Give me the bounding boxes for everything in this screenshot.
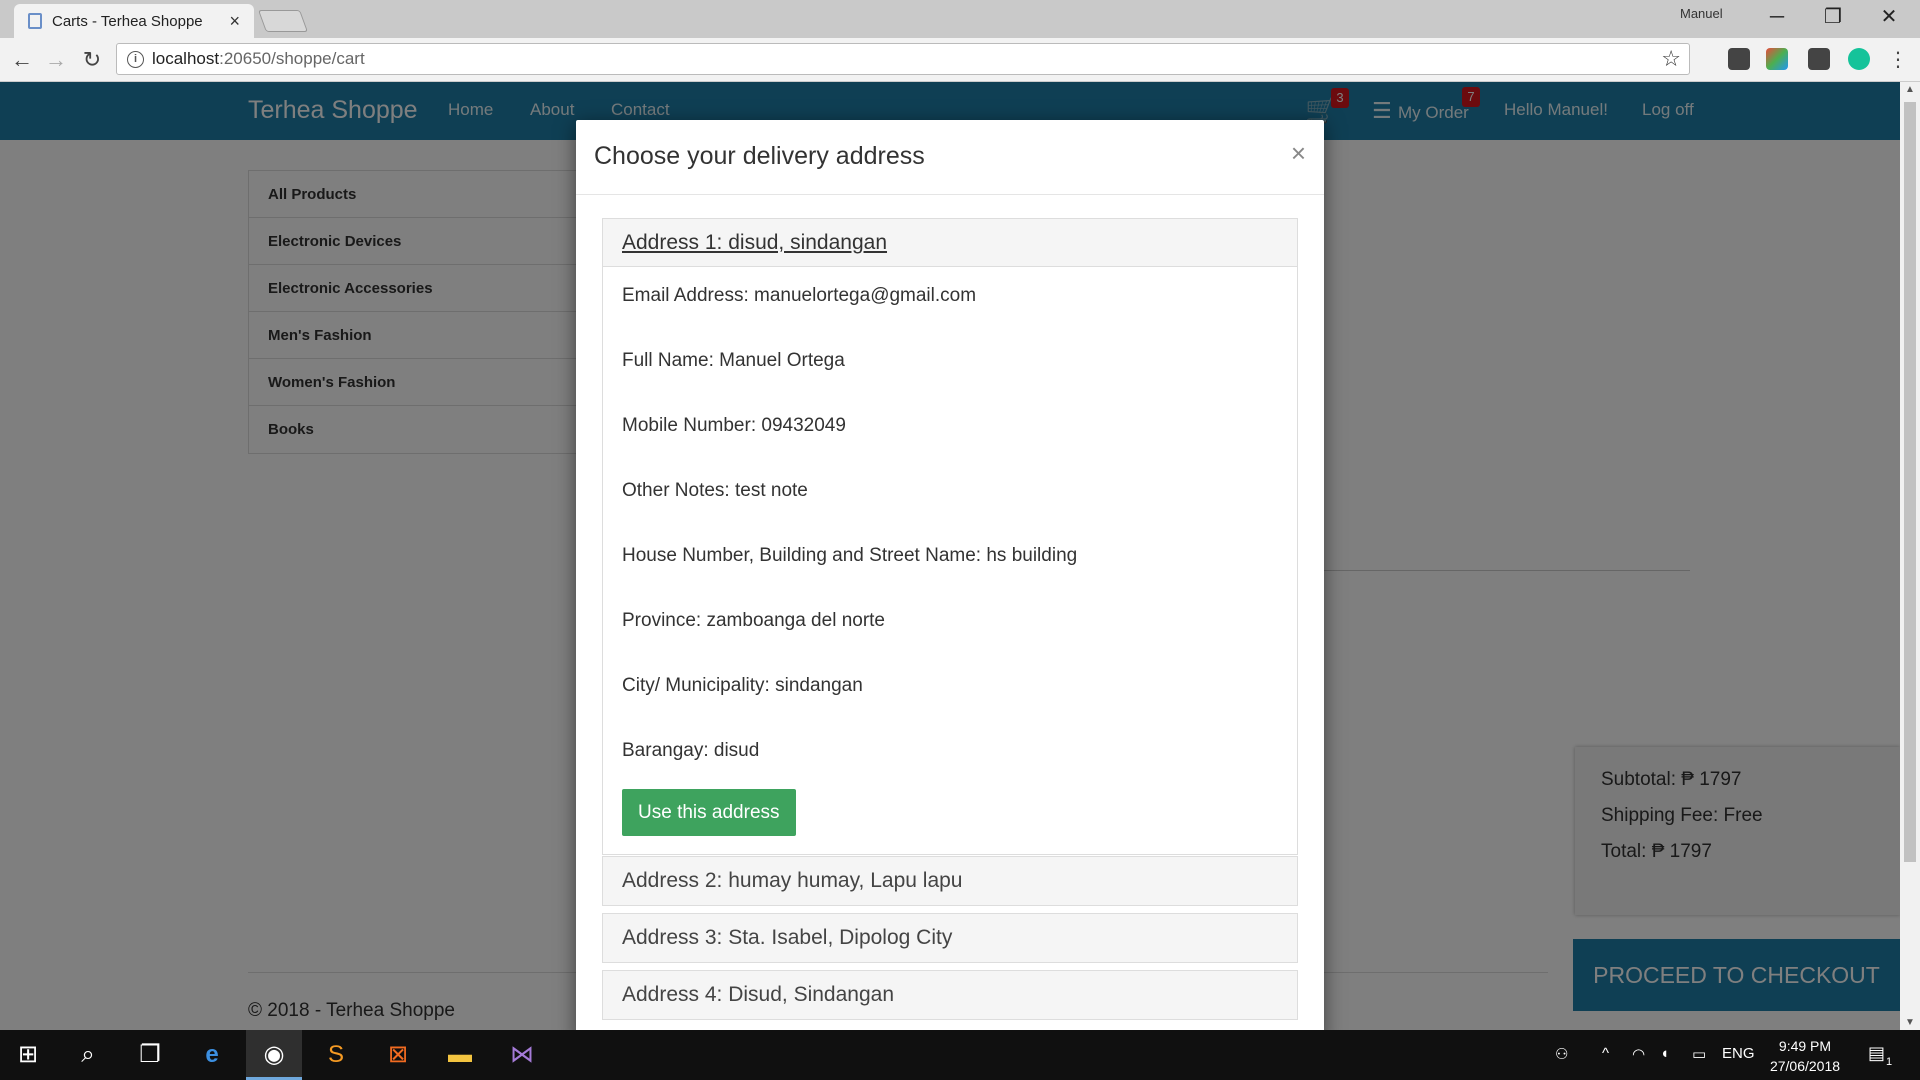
wifi-icon[interactable]: ◠ — [1632, 1045, 1645, 1063]
tab-close-icon[interactable]: × — [229, 11, 240, 32]
website: Terhea Shoppe Home About Contact 🛒 3 ☰ M… — [0, 82, 1900, 1030]
address-panel-4: Address 4: Disud, Sindangan — [602, 970, 1298, 1020]
address-panel-1: Address 1: disud, sindangan Email Addres… — [602, 218, 1298, 855]
address-panel-2: Address 2: humay humay, Lapu lapu — [602, 856, 1298, 906]
date: 27/06/2018 — [1769, 1058, 1841, 1074]
address-heading-3[interactable]: Address 3: Sta. Isabel, Dipolog City — [603, 914, 1297, 962]
browser-tab[interactable]: Carts - Terhea Shoppe × — [14, 4, 254, 38]
browser-tab-bar: Carts - Terhea Shoppe × Manuel ─ ❐ ✕ — [0, 0, 1920, 38]
mobile-number: Mobile Number: 09432049 — [622, 415, 846, 436]
page-icon — [28, 13, 42, 29]
address-heading-1[interactable]: Address 1: disud, sindangan — [603, 219, 1297, 267]
notification-count: 1 — [1886, 1056, 1893, 1068]
sublime-icon[interactable]: S — [308, 1030, 364, 1080]
menu-icon[interactable]: ⋮ — [1882, 44, 1914, 76]
reload-icon[interactable]: ↻ — [76, 44, 108, 76]
other-notes: Other Notes: test note — [622, 480, 808, 501]
url-host: localhost — [152, 49, 220, 68]
address-panel-3: Address 3: Sta. Isabel, Dipolog City — [602, 913, 1298, 963]
taskbar: ⊞ ⌕ ❐ e ◉ S ⊠ ▬ ⋈ ⚇ ^ ◠ ◖ ▭ ENG 9:49 PM … — [0, 1030, 1920, 1080]
language-indicator[interactable]: ENG — [1722, 1045, 1755, 1062]
tab-title: Carts - Terhea Shoppe — [52, 12, 203, 30]
delivery-address-modal: Choose your delivery address × Address 1… — [576, 120, 1324, 1030]
bookmark-star-icon[interactable]: ☆ — [1661, 46, 1681, 72]
minimize-icon[interactable]: ─ — [1754, 2, 1800, 32]
province: Province: zamboanga del norte — [622, 610, 885, 631]
grammarly-icon[interactable] — [1848, 48, 1870, 70]
time: 9:49 PM — [1778, 1038, 1832, 1054]
scroll-down-icon[interactable]: ▼ — [1905, 1017, 1915, 1028]
xampp-icon[interactable]: ⊠ — [370, 1030, 426, 1080]
modal-title: Choose your delivery address — [594, 142, 925, 170]
file-explorer-icon[interactable]: ▬ — [432, 1030, 488, 1080]
address-details: Email Address: manuelortega@gmail.com Fu… — [603, 267, 1297, 854]
city-municipality: City/ Municipality: sindangan — [622, 675, 863, 696]
show-hidden-icons[interactable]: ^ — [1602, 1045, 1609, 1062]
extension-icon[interactable] — [1728, 48, 1750, 70]
restore-icon[interactable]: ❐ — [1810, 2, 1856, 32]
edge-icon[interactable]: e — [184, 1030, 240, 1080]
chrome-icon[interactable]: ◉ — [246, 1030, 302, 1080]
info-icon[interactable]: i — [127, 50, 144, 68]
page-scrollbar[interactable]: ▲ ▼ — [1900, 82, 1920, 1030]
address-heading-4[interactable]: Address 4: Disud, Sindangan — [603, 971, 1297, 1019]
download-extension-icon[interactable] — [1808, 48, 1830, 70]
back-icon[interactable]: ← — [6, 44, 38, 76]
profile-name[interactable]: Manuel — [1680, 6, 1723, 21]
battery-icon[interactable]: ▭ — [1692, 1045, 1706, 1063]
full-name: Full Name: Manuel Ortega — [622, 350, 845, 371]
people-icon[interactable]: ⚇ — [1555, 1045, 1568, 1063]
scroll-up-icon[interactable]: ▲ — [1905, 84, 1915, 95]
use-this-address-button[interactable]: Use this address — [622, 789, 796, 836]
new-tab-button[interactable] — [257, 10, 309, 32]
windows-start-icon[interactable]: ⊞ — [0, 1030, 56, 1080]
action-center-icon[interactable]: ▤ — [1868, 1043, 1885, 1064]
extension-icon[interactable] — [1766, 48, 1788, 70]
close-window-icon[interactable]: ✕ — [1866, 2, 1912, 32]
volume-icon[interactable]: ◖ — [1660, 1045, 1669, 1062]
visual-studio-icon[interactable]: ⋈ — [494, 1030, 550, 1080]
email-address: Email Address: manuelortega@gmail.com — [622, 285, 977, 306]
address-bar[interactable]: i localhost:20650/shoppe/cart ☆ — [116, 43, 1690, 75]
search-icon[interactable]: ⌕ — [60, 1030, 116, 1080]
url-path: :20650/shoppe/cart — [219, 49, 365, 68]
browser-toolbar: ← → ↻ i localhost:20650/shoppe/cart ☆ ⋮ — [0, 38, 1920, 82]
close-icon[interactable]: × — [1291, 138, 1306, 169]
modal-header: Choose your delivery address × — [576, 120, 1324, 195]
address-heading-2[interactable]: Address 2: humay humay, Lapu lapu — [603, 857, 1297, 905]
house-street: House Number, Building and Street Name: … — [622, 545, 1078, 566]
task-view-icon[interactable]: ❐ — [122, 1030, 178, 1080]
forward-icon[interactable]: → — [40, 44, 72, 76]
clock[interactable]: 9:49 PM 27/06/2018 — [1760, 1036, 1850, 1076]
scrollbar-thumb[interactable] — [1904, 102, 1916, 862]
